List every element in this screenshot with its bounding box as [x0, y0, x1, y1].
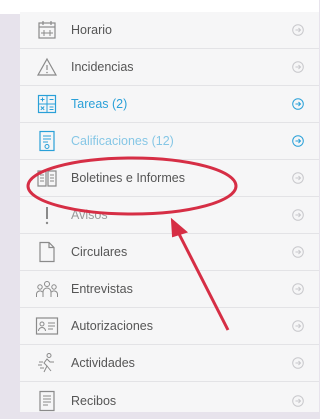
chevron-right-icon	[292, 61, 304, 73]
chevron-right-icon	[292, 98, 304, 110]
menu-item-label: Calificaciones (12)	[71, 134, 174, 148]
report-card-icon	[33, 127, 61, 155]
chevron-right-icon	[292, 320, 304, 332]
chevron-right-icon	[292, 357, 304, 369]
menu-item-recibos[interactable]: Recibos	[20, 382, 319, 419]
book-icon	[33, 164, 61, 192]
menu-item-circulares[interactable]: Circulares	[20, 234, 319, 271]
menu-item-label: Avisos	[71, 208, 108, 222]
menu-item-label: Circulares	[71, 245, 128, 259]
menu-item-label: Recibos	[71, 393, 117, 408]
menu-item-avisos[interactable]: Avisos	[20, 197, 319, 234]
menu-item-label: Autorizaciones	[71, 319, 153, 333]
menu-item-label: Tareas (2)	[71, 97, 128, 111]
menu-item-label: Horario	[71, 23, 112, 37]
chevron-right-icon	[292, 172, 304, 184]
authorization-icon	[33, 312, 61, 340]
calendar-icon	[33, 16, 61, 44]
chevron-right-icon	[292, 394, 304, 407]
exclamation-icon	[33, 201, 61, 229]
chevron-right-icon	[292, 135, 304, 147]
activities-icon	[33, 349, 61, 377]
menu-item-label: Entrevistas	[71, 282, 133, 296]
menu-item-autorizaciones[interactable]: Autorizaciones	[20, 308, 319, 345]
chevron-right-icon	[292, 209, 304, 221]
menu-item-actividades[interactable]: Actividades	[20, 345, 319, 382]
chevron-right-icon	[292, 246, 304, 258]
menu-item-label: Actividades	[71, 356, 135, 370]
document-icon	[33, 238, 61, 266]
menu-item-label: Boletines e Informes	[71, 171, 185, 185]
menu-item-incidencias[interactable]: Incidencias	[20, 49, 319, 86]
menu-item-calificaciones[interactable]: Calificaciones (12)	[20, 123, 319, 160]
chevron-right-icon	[292, 283, 304, 295]
receipt-icon	[33, 387, 61, 415]
warning-icon	[33, 53, 61, 81]
menu-item-boletines[interactable]: Boletines e Informes	[20, 160, 319, 197]
menu-item-entrevistas[interactable]: Entrevistas	[20, 271, 319, 308]
chevron-right-icon	[292, 24, 304, 36]
menu-item-tareas[interactable]: Tareas (2)	[20, 86, 319, 123]
menu-item-label: Incidencias	[71, 60, 134, 74]
menu-item-horario[interactable]: Horario	[20, 12, 319, 49]
calculator-icon	[33, 90, 61, 118]
people-icon	[33, 275, 61, 303]
